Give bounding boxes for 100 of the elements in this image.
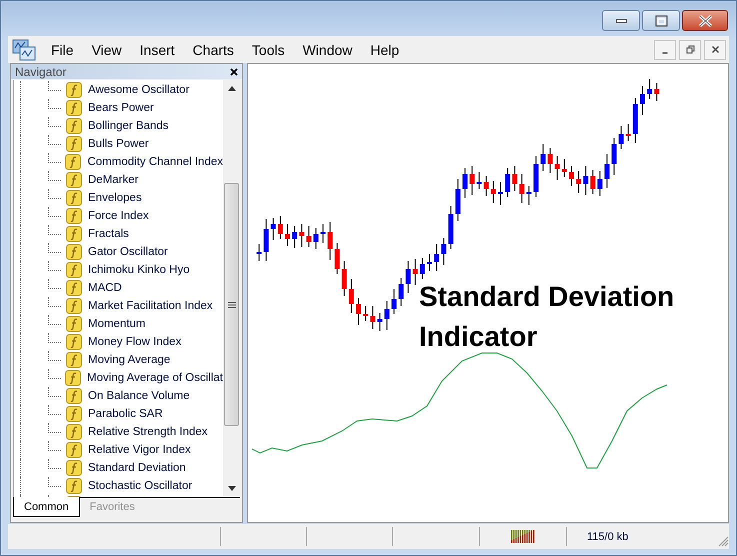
function-icon: [66, 190, 82, 206]
indicator-item[interactable]: Relative Vigor Index: [88, 444, 191, 456]
connection-bars-icon: [511, 530, 535, 543]
candlestick: [498, 182, 503, 206]
scroll-down-icon[interactable]: [228, 486, 236, 491]
menu-item[interactable]: File: [42, 42, 83, 58]
chart-caption: Standard Deviation Indicator: [419, 280, 676, 354]
panel-title: Navigator: [15, 64, 66, 78]
minimize-button[interactable]: [602, 10, 640, 31]
candlestick: [476, 172, 482, 190]
tree-connector: [48, 207, 61, 217]
indicator-item[interactable]: On Balance Volume: [88, 390, 190, 402]
indicator-item[interactable]: Bollinger Bands: [88, 120, 169, 132]
menu-item[interactable]: Window: [294, 42, 362, 58]
function-icon: [66, 442, 82, 458]
function-icon: [66, 388, 82, 404]
indicator-item[interactable]: Momentum: [88, 318, 146, 330]
minimize-icon: [662, 52, 668, 54]
function-icon: [66, 82, 82, 98]
menu-item[interactable]: Charts: [184, 42, 243, 58]
resize-grip-icon[interactable]: [717, 535, 729, 547]
indicator-item[interactable]: Standard Deviation: [88, 462, 186, 474]
indicator-item[interactable]: Stochastic Oscillator: [88, 480, 192, 492]
candlestick: [448, 206, 454, 250]
candlestick: [406, 260, 411, 294]
indicator-item[interactable]: Market Facilitation Index: [88, 300, 213, 312]
tree-connector: [48, 189, 61, 199]
candlestick: [548, 148, 553, 174]
indicator-item[interactable]: Money Flow Index: [88, 336, 182, 348]
candlestick: [356, 298, 361, 326]
function-icon: [66, 244, 82, 260]
candlestick: [384, 300, 390, 330]
indicator-item[interactable]: Commodity Channel Index: [87, 156, 223, 168]
tree-connector: [48, 261, 61, 271]
indicator-item[interactable]: Fractals: [88, 228, 129, 240]
candlestick: [490, 180, 496, 204]
candlestick: [363, 306, 368, 322]
candlestick: [306, 226, 312, 248]
indicator-item[interactable]: DeMarker: [88, 174, 138, 186]
candlestick: [654, 82, 660, 102]
indicator-item[interactable]: Bears Power: [88, 102, 154, 114]
menu-item[interactable]: Insert: [130, 42, 184, 58]
candlestick: [470, 166, 475, 196]
candlestick: [441, 238, 446, 266]
tree-connector: [48, 153, 61, 163]
candlestick: [640, 86, 645, 116]
function-icon: [66, 460, 82, 476]
tree-connector: [48, 171, 61, 181]
indicator-item[interactable]: Parabolic SAR: [88, 408, 163, 420]
candlestick: [526, 186, 532, 206]
function-icon: [66, 298, 82, 314]
menu-item[interactable]: View: [82, 42, 131, 58]
candlestick: [342, 260, 347, 296]
indicator-item[interactable]: Moving Average of Oscillat: [87, 372, 223, 384]
candlestick: [632, 98, 638, 144]
scrollbar[interactable]: [223, 80, 240, 497]
indicator-item[interactable]: Force Index: [88, 210, 149, 222]
candlestick: [420, 258, 425, 280]
candlestick: [427, 254, 432, 272]
function-icon: [66, 316, 82, 332]
function-icon: [66, 406, 82, 422]
candlestick: [398, 278, 404, 306]
maximize-button[interactable]: [642, 10, 680, 31]
indicator-item[interactable]: Gator Oscillator: [88, 246, 168, 258]
function-icon: [66, 478, 82, 494]
function-icon: [66, 334, 82, 350]
menu-item[interactable]: Tools: [242, 42, 294, 58]
indicator-item[interactable]: Awesome Oscillator: [88, 84, 190, 96]
navigator-tab[interactable]: Common: [13, 497, 80, 517]
candlestick: [434, 244, 440, 272]
indicator-item[interactable]: Moving Average: [88, 354, 170, 366]
tree-connector: [48, 423, 61, 433]
function-icon: [66, 136, 82, 152]
tree-connector: [48, 477, 61, 487]
function-icon: [66, 424, 82, 440]
indicator-item[interactable]: Relative Strength Index: [88, 426, 208, 438]
candlestick: [292, 226, 298, 248]
indicator-item[interactable]: Bulls Power: [88, 138, 149, 150]
menu-item[interactable]: Help: [361, 42, 408, 58]
restore-button[interactable]: [679, 40, 701, 60]
function-icon: [66, 226, 82, 242]
tree-connector: [48, 117, 61, 127]
tree-connector: [48, 135, 61, 145]
function-icon: [66, 118, 82, 134]
candlestick: [647, 78, 652, 100]
candlestick: [519, 174, 524, 204]
candlestick: [377, 312, 382, 332]
tree-connector: [48, 297, 61, 307]
candlestick: [540, 144, 546, 172]
indicator-item[interactable]: Envelopes: [88, 192, 142, 204]
function-icon: [66, 352, 82, 368]
close-button[interactable]: [682, 10, 728, 31]
scroll-thumb[interactable]: [224, 183, 239, 426]
indicator-item[interactable]: Ichimoku Kinko Hyo: [88, 264, 190, 276]
candlestick: [583, 166, 588, 196]
scroll-up-icon[interactable]: [228, 86, 236, 91]
function-icon: [66, 280, 82, 296]
candlestick: [370, 306, 376, 330]
indicator-item[interactable]: MACD: [88, 282, 122, 294]
close-icon[interactable]: [230, 68, 238, 76]
